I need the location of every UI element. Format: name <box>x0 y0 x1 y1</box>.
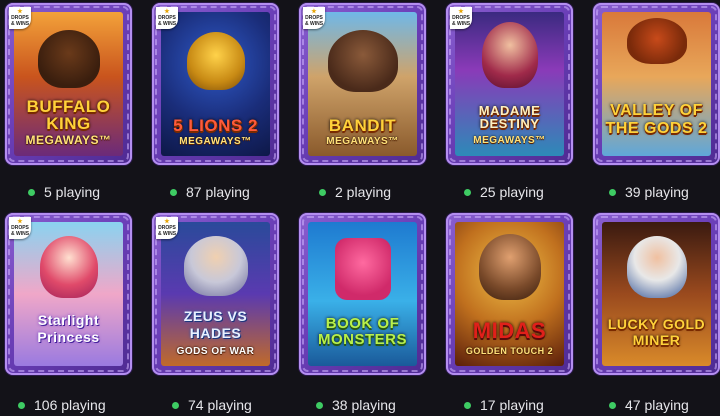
cowboy-icon <box>327 30 398 92</box>
game-tile-lucky-gold-miner[interactable]: Lucky Gold Miner <box>593 213 720 375</box>
game-artwork: Zeus vs Hades GODS OF WAR <box>161 222 270 366</box>
game-artwork: Midas GOLDEN TOUCH 2 <box>455 222 564 366</box>
online-dot-icon <box>172 401 179 409</box>
game-artwork: Starlight Princess <box>14 222 123 366</box>
game-title: Starlight Princess <box>37 312 100 345</box>
game-artwork: Book of Monsters <box>308 222 417 366</box>
game-tile-midas[interactable]: Midas GOLDEN TOUCH 2 <box>446 213 573 375</box>
game-title: 5 Lions 2 <box>173 116 258 135</box>
game-title: Madame Destiny <box>478 103 541 131</box>
online-dot-icon <box>170 188 177 196</box>
buffalo-icon <box>37 30 100 88</box>
game-title: Buffalo King <box>26 97 111 133</box>
player-count: 5 playing <box>28 182 100 202</box>
online-dot-icon <box>464 188 471 196</box>
drops-wins-badge: ★ DROPS & WINS <box>9 217 31 239</box>
player-count: 74 playing <box>172 395 252 415</box>
game-title: Zeus vs Hades <box>183 308 248 341</box>
online-dot-icon <box>316 401 323 409</box>
zeus-icon <box>183 236 248 296</box>
game-tile-zeus-vs-hades[interactable]: Zeus vs Hades GODS OF WAR ★ DROPS & WINS <box>152 213 279 375</box>
player-count: 25 playing <box>464 182 544 202</box>
game-artwork: Valley of the Gods 2 <box>602 12 711 156</box>
player-count: 106 playing <box>18 395 106 415</box>
player-count: 87 playing <box>170 182 250 202</box>
game-tile-buffalo-king[interactable]: Buffalo King MEGAWAYS™ ★ DROPS & WINS <box>5 3 132 165</box>
monster-icon <box>334 238 391 300</box>
pharaoh-icon <box>626 18 687 64</box>
player-count: 47 playing <box>609 395 689 415</box>
game-tile-madame-destiny[interactable]: Madame Destiny MEGAWAYS™ ★ DROPS & WINS <box>446 3 573 165</box>
online-dot-icon <box>464 401 471 409</box>
online-dot-icon <box>18 401 25 409</box>
player-count: 17 playing <box>464 395 544 415</box>
game-tile-valley-of-the-gods-2[interactable]: Valley of the Gods 2 <box>593 3 720 165</box>
game-artwork: Buffalo King MEGAWAYS™ <box>14 12 123 156</box>
fortune-teller-icon <box>481 22 538 88</box>
miner-icon <box>626 236 687 298</box>
game-subtitle: MEGAWAYS™ <box>326 136 399 147</box>
drops-wins-badge: ★ DROPS & WINS <box>450 7 472 29</box>
drops-wins-badge: ★ DROPS & WINS <box>156 7 178 29</box>
game-artwork: Madame Destiny MEGAWAYS™ <box>455 12 564 156</box>
online-dot-icon <box>28 188 35 196</box>
game-subtitle: MEGAWAYS™ <box>473 135 546 146</box>
game-title: Bandit <box>328 116 397 135</box>
lion-icon <box>186 32 245 90</box>
game-tile-book-of-monsters[interactable]: Book of Monsters <box>299 213 426 375</box>
game-artwork: 5 Lions 2 MEGAWAYS™ <box>161 12 270 156</box>
game-tile-starlight-princess[interactable]: Starlight Princess ★ DROPS & WINS <box>5 213 132 375</box>
game-title: Lucky Gold Miner <box>607 316 706 348</box>
player-count: 38 playing <box>316 395 396 415</box>
game-title: Valley of the Gods 2 <box>605 102 708 137</box>
game-title: Book of Monsters <box>317 315 407 348</box>
drops-wins-badge: ★ DROPS & WINS <box>9 7 31 29</box>
game-title: Midas <box>472 318 547 343</box>
game-subtitle: MEGAWAYS™ <box>25 133 112 147</box>
drops-wins-badge: ★ DROPS & WINS <box>303 7 325 29</box>
princess-icon <box>39 236 98 298</box>
game-tile-5-lions-2[interactable]: 5 Lions 2 MEGAWAYS™ ★ DROPS & WINS <box>152 3 279 165</box>
player-count: 39 playing <box>609 182 689 202</box>
game-artwork: Bandit MEGAWAYS™ <box>308 12 417 156</box>
game-tile-bandit[interactable]: Bandit MEGAWAYS™ ★ DROPS & WINS <box>299 3 426 165</box>
online-dot-icon <box>609 188 616 196</box>
player-count: 2 playing <box>319 182 391 202</box>
game-artwork: Lucky Gold Miner <box>602 222 711 366</box>
game-grid: Buffalo King MEGAWAYS™ ★ DROPS & WINS 5 L… <box>0 0 720 416</box>
online-dot-icon <box>609 401 616 409</box>
game-subtitle: GOLDEN TOUCH 2 <box>465 346 554 356</box>
game-subtitle: MEGAWAYS™ <box>179 136 252 147</box>
game-subtitle: GODS OF WAR <box>176 346 255 357</box>
king-icon <box>478 234 541 300</box>
online-dot-icon <box>319 188 326 196</box>
drops-wins-badge: ★ DROPS & WINS <box>156 217 178 239</box>
